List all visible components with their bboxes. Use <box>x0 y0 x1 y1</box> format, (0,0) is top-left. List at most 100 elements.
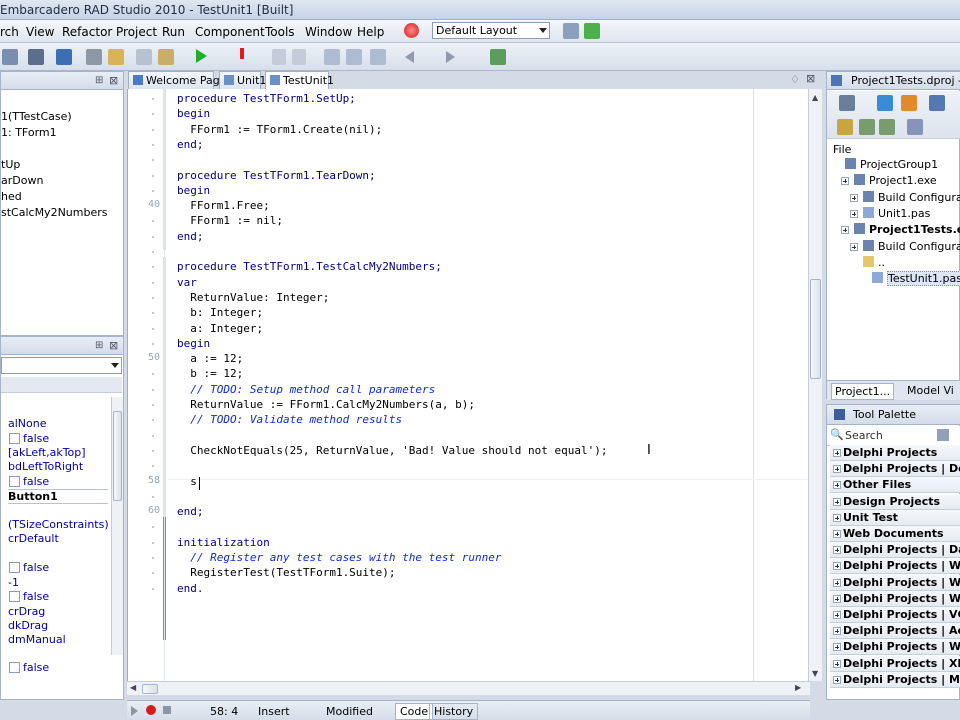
view-icon[interactable] <box>929 95 945 111</box>
code-line[interactable]: FForm1.Free; <box>177 199 269 212</box>
structure-item[interactable]: tUp <box>1 158 20 171</box>
property-checkbox[interactable] <box>9 562 20 573</box>
code-line[interactable]: ReturnValue := FForm1.CalcMy2Numbers(a, … <box>177 398 475 411</box>
back-icon[interactable] <box>405 51 414 63</box>
expand-toggle-icon[interactable] <box>850 242 858 251</box>
property-value[interactable]: false <box>23 432 49 445</box>
code-line[interactable]: begin <box>177 184 210 197</box>
code-line[interactable]: b: Integer; <box>177 306 263 319</box>
property-value[interactable]: dmManual <box>8 633 66 646</box>
property-checkbox[interactable] <box>9 662 20 673</box>
record-macro-icon[interactable] <box>146 705 156 715</box>
property-value[interactable]: false <box>23 475 49 488</box>
palette-category[interactable]: Delphi Projects | XML <box>830 655 960 672</box>
palette-category[interactable]: Delphi Projects | WebS <box>830 574 960 591</box>
menu-search[interactable]: rch <box>0 25 19 39</box>
code-line[interactable]: FForm1 := nil; <box>177 214 283 227</box>
code-line[interactable]: procedure TestTForm1.TearDown; <box>177 169 376 182</box>
tab-model-view[interactable]: Model Vi <box>907 384 954 397</box>
palette-search-box[interactable]: 🔍 Search <box>827 426 960 446</box>
set-layout-icon[interactable] <box>584 23 600 39</box>
property-checkbox[interactable] <box>9 591 20 602</box>
palette-category[interactable]: Delphi Projects | Active <box>830 623 960 640</box>
menu-tools[interactable]: Tools <box>265 25 295 39</box>
menu-window[interactable]: Window <box>305 25 352 39</box>
editor-hscrollbar[interactable]: ◀ ▶ <box>127 681 810 695</box>
structure-item[interactable]: 1(TTestCase) <box>1 110 72 123</box>
property-value[interactable]: bdLeftToRight <box>8 460 83 473</box>
sync-icon[interactable] <box>877 95 893 111</box>
project-tree-item[interactable]: ProjectGroup1 <box>833 158 938 171</box>
tab-code[interactable]: Code <box>395 703 434 720</box>
property-value[interactable]: Button1 <box>8 489 108 504</box>
structure-item[interactable]: 1: TForm1 <box>1 126 57 139</box>
scroll-down-icon[interactable]: ▼ <box>812 669 818 678</box>
property-value[interactable]: dkDrag <box>8 619 48 632</box>
play-macro-icon[interactable] <box>131 706 138 716</box>
editor-vscrollbar[interactable]: ▲ ▼ <box>808 89 822 681</box>
forward-icon[interactable] <box>446 51 455 63</box>
property-checkbox[interactable] <box>9 433 20 444</box>
code-line[interactable]: a := 12; <box>177 352 243 365</box>
menu-component[interactable]: Component <box>195 25 265 39</box>
code-line[interactable]: var <box>177 276 197 289</box>
palette-category[interactable]: Unit Test <box>830 509 960 526</box>
expand-toggle-icon[interactable] <box>833 659 841 668</box>
scroll-up-icon[interactable]: ▲ <box>812 93 818 102</box>
code-line[interactable]: end; <box>177 230 204 243</box>
code-line[interactable]: // TODO: Setup method call parameters <box>177 383 435 396</box>
run-to-cursor-icon[interactable] <box>370 49 386 65</box>
tab-history[interactable]: History <box>429 703 479 720</box>
project-tree-item[interactable]: Build Configuration <box>850 190 960 204</box>
tab-testunit1[interactable]: TestUnit1 <box>265 71 334 89</box>
tab-welcome-page[interactable]: Welcome Page <box>128 71 226 89</box>
code-line[interactable]: s <box>177 475 197 488</box>
palette-category[interactable]: Web Documents <box>830 526 960 542</box>
menu-view[interactable]: View <box>26 25 54 39</box>
expand-toggle-icon[interactable] <box>833 627 841 636</box>
property-value[interactable]: false <box>23 661 49 674</box>
close-icon[interactable]: ⊠ <box>806 72 815 85</box>
trace-into-icon[interactable] <box>324 49 340 65</box>
expand-toggle-icon[interactable] <box>833 481 841 490</box>
pause-icon[interactable] <box>272 49 286 65</box>
code-line[interactable]: begin <box>177 107 210 120</box>
open-project-icon[interactable] <box>108 49 124 65</box>
palette-category[interactable]: Delphi Projects | Delph <box>830 461 960 478</box>
code-line[interactable]: end. <box>177 582 204 595</box>
palette-category[interactable]: Delphi Projects | VCL fo <box>830 607 960 623</box>
component-icon[interactable] <box>490 49 506 65</box>
code-line[interactable]: RegisterTest(TestTForm1.Suite); <box>177 566 395 579</box>
code-line[interactable]: end; <box>177 505 204 518</box>
expand-toggle-icon[interactable] <box>833 449 841 457</box>
expand-toggle-icon[interactable] <box>833 530 841 538</box>
close-icon[interactable]: ⊠ <box>109 339 118 352</box>
property-value[interactable]: false <box>23 590 49 603</box>
expand-icon[interactable] <box>837 119 853 135</box>
menu-project[interactable]: Project <box>116 25 157 39</box>
property-value[interactable]: [akLeft,akTop] <box>8 446 86 459</box>
project-icon[interactable] <box>86 49 102 65</box>
expand-toggle-icon[interactable] <box>841 226 849 235</box>
expand-toggle-icon[interactable] <box>833 675 841 684</box>
project-tree-item[interactable]: .. <box>851 255 885 269</box>
code-line[interactable]: CheckNotEquals(25, ReturnValue, 'Bad! Va… <box>177 444 607 457</box>
property-value[interactable]: false <box>23 561 49 574</box>
save-layout-icon[interactable] <box>563 23 579 39</box>
palette-filter-icon[interactable] <box>937 429 949 441</box>
activate-icon[interactable] <box>839 95 855 111</box>
code-line[interactable]: end; <box>177 138 204 151</box>
editor-hscroll-thumb[interactable] <box>142 684 158 694</box>
project-tree-item[interactable]: Project1.exe <box>841 174 937 187</box>
expand-toggle-icon[interactable] <box>841 177 849 186</box>
add-file-icon[interactable] <box>136 49 152 65</box>
sort-icon[interactable] <box>907 119 923 135</box>
property-value[interactable]: crDrag <box>8 605 45 618</box>
code-line[interactable]: // TODO: Validate method results <box>177 413 402 426</box>
property-value[interactable]: (TSizeConstraints) <box>8 518 109 531</box>
palette-category[interactable]: Delphi Projects | WebS <box>830 558 960 575</box>
layout-combo[interactable]: Default Layout <box>432 22 550 39</box>
stop-program-icon[interactable] <box>292 49 306 65</box>
palette-category[interactable]: Delphi Projects | WebB <box>830 590 960 607</box>
expand-toggle-icon[interactable] <box>833 611 841 619</box>
